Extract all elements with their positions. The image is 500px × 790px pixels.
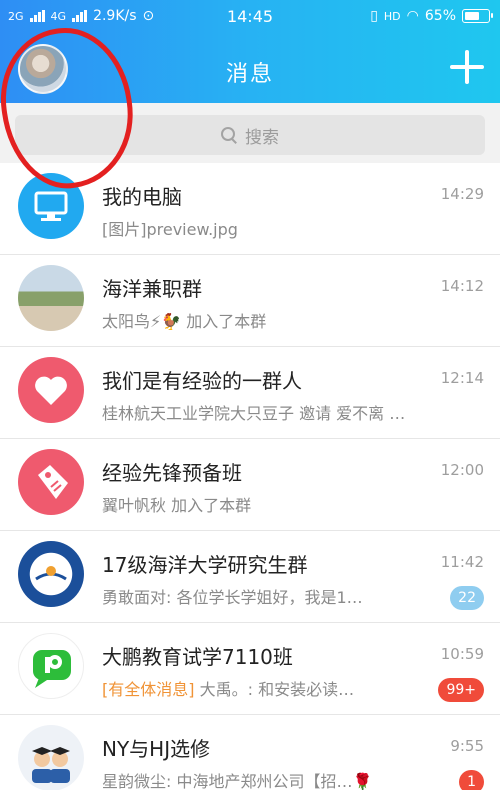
status-right: ▯ HD ◠ 65%: [370, 8, 493, 24]
status-bar: 2G 4G 2.9K/s ⊙ 14:45 ▯ HD ◠ 65%: [0, 0, 500, 34]
battery-percent: 65%: [424, 8, 456, 24]
conversation-time: 12:00: [440, 461, 484, 479]
add-button[interactable]: [450, 50, 484, 84]
conversation-list: 我的电脑 [图片]preview.jpg 14:29 海洋兼职群 太阳鸟⚡🐓 加…: [0, 163, 500, 790]
conversation-time: 10:59: [440, 645, 484, 663]
conversation-row[interactable]: 我的电脑 [图片]preview.jpg 14:29: [0, 163, 500, 255]
conversation-preview: [有全体消息] 大禹。: 和安装必读…: [102, 676, 432, 700]
conversation-preview: 太阳鸟⚡🐓 加入了本群: [102, 308, 432, 332]
conversation-name: 我们是有经验的一群人: [102, 369, 302, 393]
conversation-row[interactable]: 17级海洋大学研究生群 勇敢面对: 各位学长学姐好，我是1… 11:42 22: [0, 531, 500, 623]
conversation-name: 17级海洋大学研究生群: [102, 553, 308, 577]
group-photo-avatar: [18, 265, 84, 331]
wifi-icon: ◠: [406, 8, 419, 24]
preview-text: 勇敢面对: 各位学长学姐好，我是1…: [102, 588, 363, 607]
conversation-row[interactable]: 我们是有经验的一群人 桂林航天工业学院大只豆子 邀请 爱不离 … 12:14: [0, 347, 500, 439]
vibrate-icon: ▯: [370, 8, 378, 24]
search-icon: [221, 127, 237, 143]
preview-highlight: [有全体消息]: [102, 680, 195, 699]
preview-text: 星韵微尘: 中海地产郑州公司【招…🌹: [102, 772, 373, 790]
preview-text: 桂林航天工业学院大只豆子 邀请 爱不离 …: [102, 404, 406, 423]
conversation-time: 12:14: [440, 369, 484, 387]
conversation-row[interactable]: 海洋兼职群 太阳鸟⚡🐓 加入了本群 14:12: [0, 255, 500, 347]
graduates-avatar-icon: [18, 725, 84, 790]
preview-text: 大禹。: 和安装必读…: [194, 680, 355, 699]
conversation-name: 我的电脑: [102, 185, 182, 209]
conversation-name: 大鹏教育试学7110班: [102, 645, 293, 669]
conversation-preview: 桂林航天工业学院大只豆子 邀请 爱不离 …: [102, 400, 432, 424]
conversation-time: 9:55: [450, 737, 484, 755]
conversation-preview: 翼叶帆秋 加入了本群: [102, 492, 432, 516]
unread-badge: 1: [459, 770, 484, 790]
unread-badge: 22: [450, 586, 484, 610]
conversation-time: 14:12: [440, 277, 484, 295]
unread-badge: 99+: [438, 678, 484, 702]
computer-avatar-icon: [18, 173, 84, 239]
search-area: 搜索: [0, 103, 500, 163]
header-bar: 2G 4G 2.9K/s ⊙ 14:45 ▯ HD ◠ 65% 消息: [0, 0, 500, 103]
battery-level-fill: [465, 12, 479, 20]
battery-icon: [462, 9, 493, 23]
conversation-preview: 勇敢面对: 各位学长学姐好，我是1…: [102, 584, 432, 608]
preview-text: [图片]preview.jpg: [102, 220, 238, 239]
page-title: 消息: [225, 62, 274, 87]
search-input[interactable]: 搜索: [15, 115, 485, 155]
university-logo-avatar: [18, 541, 84, 607]
hd-label: HD: [383, 9, 401, 23]
chat-p-avatar-icon: [18, 633, 84, 699]
title-row: 消息: [0, 40, 500, 100]
conversation-time: 14:29: [440, 185, 484, 203]
preview-text: 太阳鸟⚡🐓 加入了本群: [102, 312, 267, 331]
tag-avatar-icon: [18, 449, 84, 515]
conversation-name: NY与HJ选修: [102, 737, 211, 761]
heart-avatar-icon: [18, 357, 84, 423]
conversation-row[interactable]: 大鹏教育试学7110班 [有全体消息] 大禹。: 和安装必读… 10:59 99…: [0, 623, 500, 715]
conversation-preview: 星韵微尘: 中海地产郑州公司【招…🌹: [102, 768, 432, 790]
conversation-row[interactable]: NY与HJ选修 星韵微尘: 中海地产郑州公司【招…🌹 9:55 1: [0, 715, 500, 790]
conversation-preview: [图片]preview.jpg: [102, 216, 432, 240]
conversation-time: 11:42: [440, 553, 484, 571]
preview-text: 翼叶帆秋 加入了本群: [102, 496, 252, 515]
conversation-name: 海洋兼职群: [102, 277, 202, 301]
conversation-row[interactable]: 经验先锋预备班 翼叶帆秋 加入了本群 12:00: [0, 439, 500, 531]
conversation-name: 经验先锋预备班: [102, 461, 242, 485]
search-placeholder: 搜索: [245, 127, 279, 148]
